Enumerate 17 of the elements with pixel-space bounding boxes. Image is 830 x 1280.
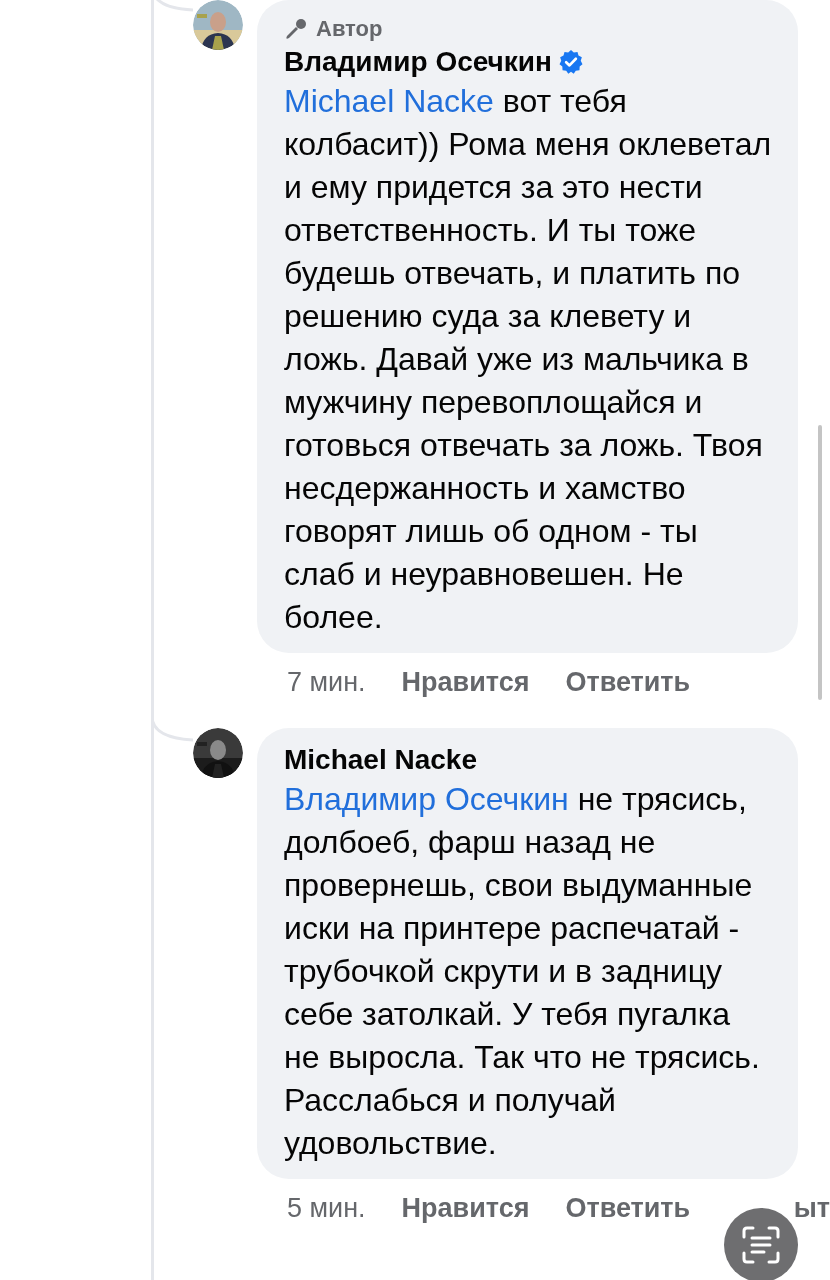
- comment-text: Владимир Осечкин не трясись, долбоеб, фарш назад не провернешь, свои выдуманные иски на принтере распечатай - трубочкой скрути и в задницу себе затолкай. У тебя пугалка не выросла. Так что не трясись. Расслабься и получай удовольствие.: [284, 780, 761, 1163]
- mention-link[interactable]: Michael Nacke: [284, 83, 494, 119]
- action-link[interactable]: Нравится: [401, 1193, 530, 1224]
- mention-link[interactable]: Владимир Осечкин: [284, 781, 569, 817]
- action-link[interactable]: Нравится: [401, 667, 530, 698]
- timestamp: 5 мин.: [287, 1193, 366, 1224]
- author-name[interactable]: Michael Nacke: [284, 744, 477, 776]
- scan-text-icon: [741, 1225, 781, 1265]
- action-link[interactable]: Ответить: [565, 1193, 691, 1224]
- comment-text: Michael Nacke вот тебя колбасит)) Рома меня оклеветал и ему придется за это нести ответственность. И ты тоже будешь отвечать, и платить по решению суда за клевету и ложь. Давай уже из мальчика в мужчину перевоплощайся и готовься отвечать за ложь. Твоя несдержанность и хамство говорят лишь об одном - ты слаб и неуравновешен. Не более.: [284, 82, 772, 637]
- scrollbar[interactable]: [818, 425, 822, 700]
- timestamp: 7 мин.: [287, 667, 366, 698]
- microphone-icon: [284, 17, 308, 41]
- action-link[interactable]: Ответить: [565, 667, 691, 698]
- author-label: Автор: [316, 16, 383, 42]
- author-name[interactable]: Владимир Осечкин: [284, 46, 552, 78]
- action-link[interactable]: ыт: [793, 1193, 830, 1224]
